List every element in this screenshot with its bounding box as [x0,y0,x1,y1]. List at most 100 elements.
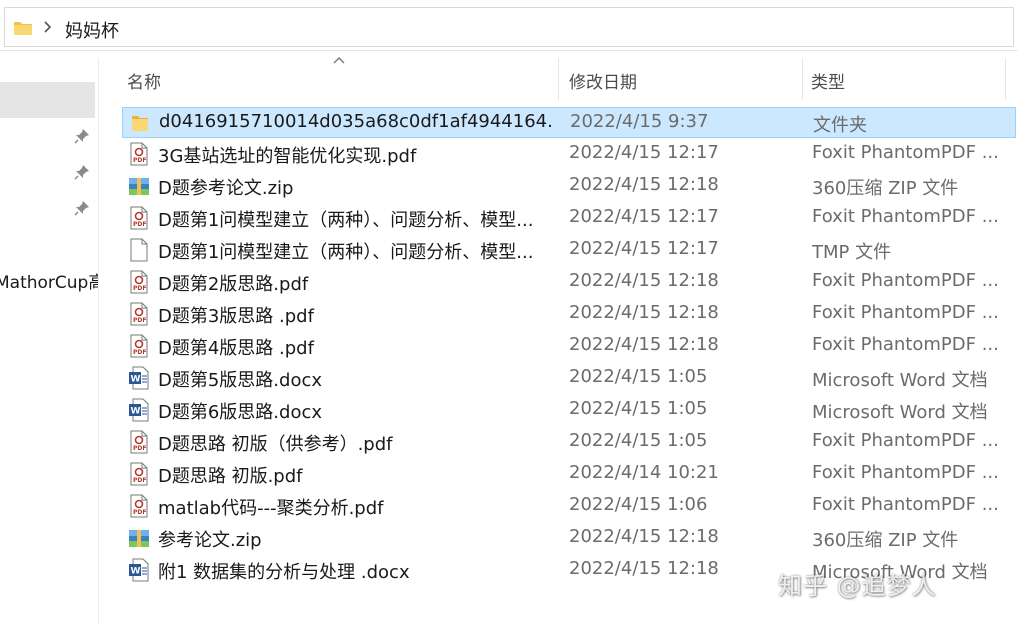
pdf-icon: PDF [128,206,150,230]
file-name: D题第4版思路 .pdf [158,338,314,359]
watermark: 知乎 @追梦人 [778,572,937,600]
svg-text:PDF: PDF [133,221,146,228]
file-row[interactable]: D题参考论文.zip 2022/4/15 12:18 360压缩 ZIP 文件 [122,171,1016,202]
file-type: Foxit PhantomPDF ... [812,462,997,483]
nav-item-mathorcup[interactable]: MathorCup高 [0,268,98,293]
address-box[interactable]: 妈妈杯 [4,7,1014,47]
file-name: D题思路 初版（供参考）.pdf [158,434,393,455]
file-date: 2022/4/15 12:18 [569,558,719,579]
file-name: 参考论文.zip [158,530,262,551]
file-date: 2022/4/15 1:06 [569,494,708,515]
chevron-right-icon[interactable] [43,20,53,34]
file-row[interactable]: W D题第6版思路.docx 2022/4/15 1:05 Microsoft Wor… [122,395,1016,426]
file-name: 附1 数据集的分析与处理 .docx [158,562,410,583]
file-date: 2022/4/14 10:21 [569,462,719,483]
pdf-icon: PDF [128,142,150,166]
file-date: 2022/4/15 12:18 [569,270,719,291]
file-type: 360压缩 ZIP 文件 [812,178,959,199]
column-header: 名称 修改日期 类型 [100,57,1018,100]
file-date: 2022/4/15 12:18 [569,334,719,355]
file-type: Foxit PhantomPDF ... [812,494,997,515]
file-name: D题第6版思路.docx [158,402,323,423]
zip-icon [128,174,150,198]
file-type: Foxit PhantomPDF ... [812,302,997,323]
pin-icon[interactable] [74,164,90,180]
file-row[interactable]: PDF D题第1问模型建立（两种）、问题分析、模型... 2022/4/15 12:… [122,203,1016,234]
file-type: Foxit PhantomPDF ... [812,430,997,451]
file-type: Foxit PhantomPDF ... [812,270,997,291]
pin-icon[interactable] [74,200,90,216]
column-date[interactable]: 修改日期 [569,68,637,93]
svg-text:PDF: PDF [133,445,146,452]
pdf-icon: PDF [128,494,150,518]
file-row[interactable]: PDF D题第4版思路 .pdf 2022/4/15 12:18 Foxit Phan… [122,331,1016,362]
file-date: 2022/4/15 12:18 [569,302,719,323]
file-name: matlab代码---聚类分析.pdf [158,498,384,519]
zip-icon [128,526,150,550]
file-row[interactable]: PDF D题思路 初版.pdf 2022/4/14 10:21 Foxit Phant… [122,459,1016,490]
file-type: Foxit PhantomPDF ... [812,334,997,355]
file-date: 2022/4/15 1:05 [569,366,708,387]
file-row[interactable]: PDF matlab代码---聚类分析.pdf 2022/4/15 1:06 Foxi… [122,491,1016,522]
svg-text:W: W [131,407,141,417]
file-row[interactable]: D题第1问模型建立（两种）、问题分析、模型... 2022/4/15 12:17 T… [122,235,1016,266]
column-separator[interactable] [558,58,559,100]
file-date: 2022/4/15 9:37 [570,111,709,132]
file-name: d0416915710014d035a68c0df1af4944164... [159,111,554,132]
folder-icon [14,22,32,35]
svg-text:PDF: PDF [133,285,146,292]
navigation-pane: MathorCup高 [0,58,99,625]
file-type: Microsoft Word 文档 [812,370,988,391]
file-date: 2022/4/15 12:17 [569,142,719,163]
pdf-icon: PDF [128,462,150,486]
word-icon: W [128,398,150,422]
pdf-icon: PDF [128,302,150,326]
svg-text:PDF: PDF [133,317,146,324]
svg-text:W: W [131,567,141,577]
file-type: 文件夹 [813,115,867,136]
address-path[interactable]: 妈妈杯 [65,17,119,43]
svg-text:PDF: PDF [133,157,146,164]
pin-icon[interactable] [74,128,90,144]
svg-text:PDF: PDF [133,509,146,516]
file-date: 2022/4/15 12:17 [569,206,719,227]
file-name: D题第1问模型建立（两种）、问题分析、模型... [158,242,534,263]
pdf-icon: PDF [128,334,150,358]
file-type: Microsoft Word 文档 [812,402,988,423]
file-type: Foxit PhantomPDF ... [812,142,997,163]
file-name: D题第5版思路.docx [158,370,323,391]
column-separator[interactable] [1005,58,1006,100]
svg-text:PDF: PDF [133,349,146,356]
file-name: D题第2版思路.pdf [158,274,309,295]
file-name: D题参考论文.zip [158,178,294,199]
file-type: TMP 文件 [812,242,892,263]
file-row[interactable]: d0416915710014d035a68c0df1af4944164... 20… [122,107,1016,138]
sort-ascending-icon [333,57,345,64]
folder-icon [129,111,151,135]
pdf-icon: PDF [128,430,150,454]
file-name: 3G基站选址的智能优化实现.pdf [158,146,417,167]
word-icon: W [128,558,150,582]
file-row[interactable]: PDF D题第3版思路 .pdf 2022/4/15 12:18 Foxit Phan… [122,299,1016,330]
file-date: 2022/4/15 12:18 [569,526,719,547]
file-type: 360压缩 ZIP 文件 [812,530,959,551]
file-date: 2022/4/15 1:05 [569,430,708,451]
pdf-icon: PDF [128,270,150,294]
word-icon: W [128,366,150,390]
file-row[interactable]: 参考论文.zip 2022/4/15 12:18 360压缩 ZIP 文件 [122,523,1016,554]
address-bar: 妈妈杯 [0,0,1018,51]
file-row[interactable]: PDF D题思路 初版（供参考）.pdf 2022/4/15 1:05 Foxit P… [122,427,1016,458]
svg-text:PDF: PDF [133,477,146,484]
file-row[interactable]: PDF D题第2版思路.pdf 2022/4/15 12:18 Foxit Phant… [122,267,1016,298]
column-type[interactable]: 类型 [811,68,845,93]
column-name[interactable]: 名称 [127,68,161,93]
nav-item-selected[interactable] [0,82,95,118]
file-row[interactable]: W D题第5版思路.docx 2022/4/15 1:05 Microsoft Wor… [122,363,1016,394]
column-separator[interactable] [802,58,803,100]
file-type: Foxit PhantomPDF ... [812,206,997,227]
file-date: 2022/4/15 12:17 [569,238,719,259]
file-name: D题第1问模型建立（两种）、问题分析、模型... [158,210,534,231]
blank-file-icon [128,238,150,262]
file-row[interactable]: PDF 3G基站选址的智能优化实现.pdf 2022/4/15 12:17 Foxit… [122,139,1016,170]
file-date: 2022/4/15 1:05 [569,398,708,419]
